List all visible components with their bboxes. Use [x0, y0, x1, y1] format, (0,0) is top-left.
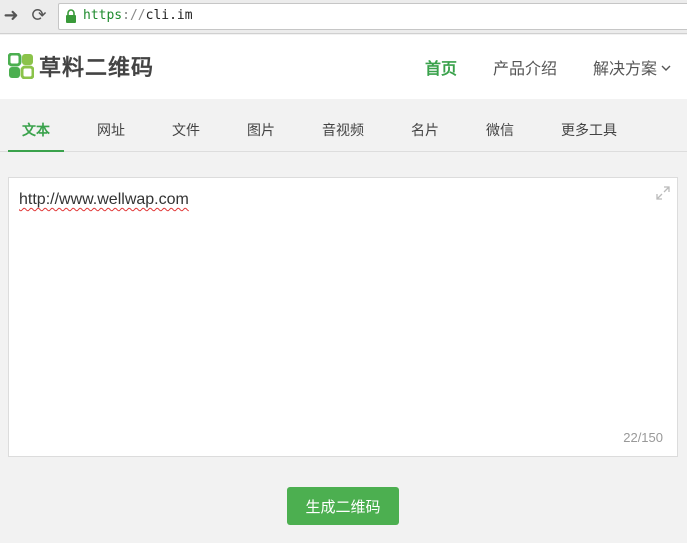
url-separator: :// [122, 8, 146, 23]
logo[interactable]: 草料二维码 [8, 51, 154, 81]
lock-icon [66, 9, 76, 23]
site-header: 草料二维码 首页 产品介绍 解决方案 [0, 35, 687, 99]
char-counter: 22/150 [623, 430, 663, 445]
tab-audio-video[interactable]: 音视频 [313, 99, 373, 151]
logo-mark-icon [8, 53, 34, 79]
expand-icon[interactable] [656, 186, 670, 200]
main-nav: 首页 产品介绍 解决方案 [425, 35, 687, 99]
content-input[interactable] [9, 178, 677, 456]
generate-qr-button[interactable]: 生成二维码 [287, 487, 399, 525]
reload-icon[interactable]: ⟳ [28, 5, 50, 27]
browser-toolbar: ➜ ⟳ https://cli.im [0, 0, 687, 34]
tab-more-tools[interactable]: 更多工具 [552, 99, 626, 151]
tab-text[interactable]: 文本 [8, 99, 64, 152]
type-tabs: 文本 网址 文件 图片 音视频 名片 微信 更多工具 [0, 99, 687, 152]
tab-url[interactable]: 网址 [86, 99, 136, 151]
nav-solutions[interactable]: 解决方案 [593, 55, 671, 79]
nav-solutions-label: 解决方案 [592, 59, 657, 78]
tab-business-card[interactable]: 名片 [400, 99, 450, 151]
address-bar[interactable]: https://cli.im [58, 3, 687, 30]
url-host: cli.im [145, 8, 193, 23]
tab-wechat[interactable]: 微信 [475, 99, 525, 151]
tab-image[interactable]: 图片 [236, 99, 286, 151]
tab-file[interactable]: 文件 [161, 99, 211, 151]
nav-home[interactable]: 首页 [425, 55, 457, 79]
url-text: https://cli.im [83, 8, 193, 23]
url-scheme: https [83, 8, 123, 23]
logo-text: 草料二维码 [39, 56, 155, 81]
chevron-down-icon [661, 65, 671, 71]
nav-products[interactable]: 产品介绍 [493, 55, 557, 79]
content-panel: http://www.wellwap.com 22/150 [8, 177, 678, 457]
back-arrow-icon[interactable]: ➜ [0, 5, 22, 27]
